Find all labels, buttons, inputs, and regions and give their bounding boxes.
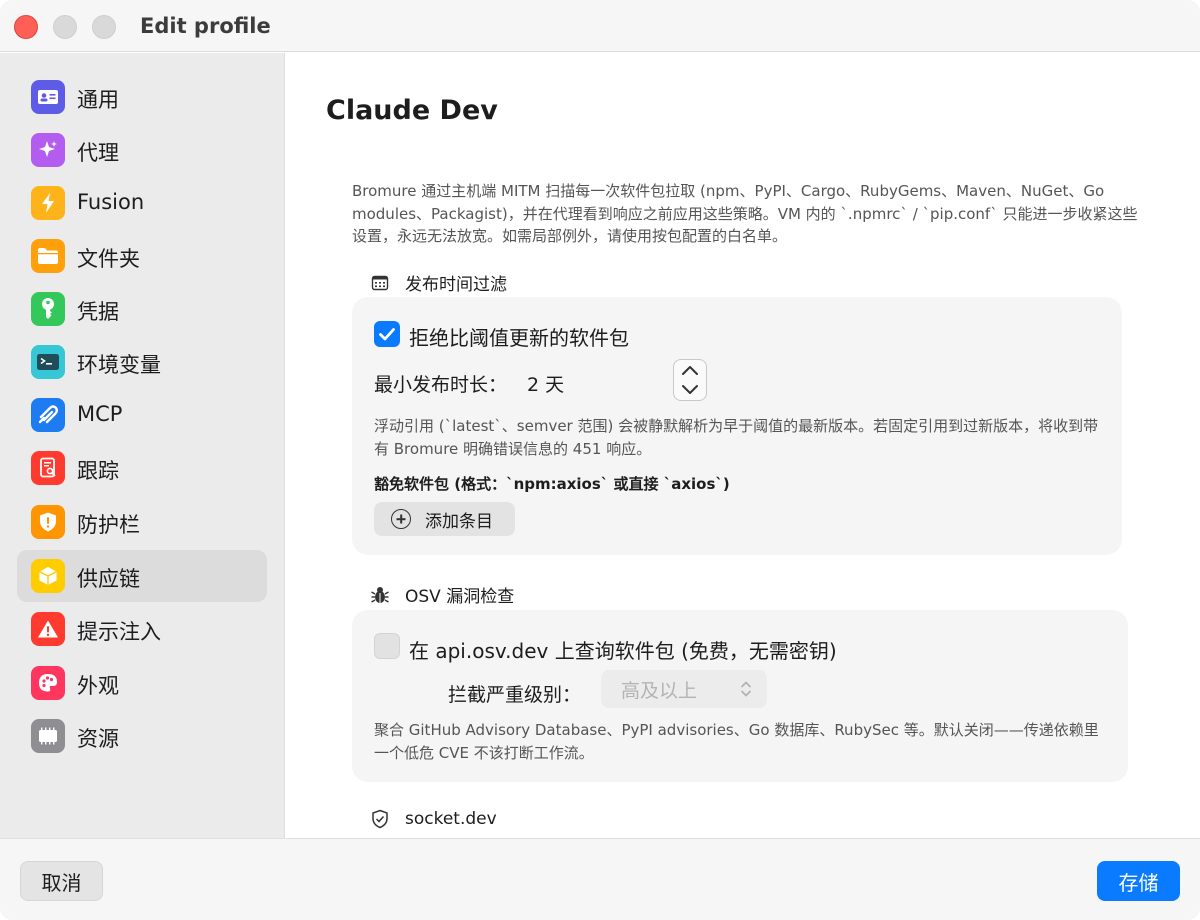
calendar-icon xyxy=(370,273,390,293)
sidebar-item-supply-chain[interactable]: 供应链 xyxy=(17,550,267,602)
id-card-icon xyxy=(31,80,65,114)
release-filter-title: 发布时间过滤 xyxy=(405,275,507,295)
chevron-up-down-icon xyxy=(739,679,753,704)
severity-select[interactable]: 高及以上 xyxy=(601,670,767,708)
reject-newer-label: 拒绝比阈值更新的软件包 xyxy=(409,326,629,350)
shield-check-icon xyxy=(370,809,390,829)
chip-icon xyxy=(31,719,65,753)
severity-label: 拦截严重级别： xyxy=(448,684,582,706)
osv-query-label: 在 api.osv.dev 上查询软件包 (免费，无需密钥) xyxy=(409,639,837,663)
add-entry-button[interactable]: 添加条目 xyxy=(374,502,515,536)
sidebar-item-label: 资源 xyxy=(77,727,119,751)
title-bar: Edit profile xyxy=(0,0,1200,52)
zoom-window-button[interactable] xyxy=(92,15,116,39)
sidebar-item-label: 提示注入 xyxy=(77,620,161,644)
release-filter-card: 拒绝比阈值更新的软件包 最小发布时长： 2 天 浮动引用 (`latest`、s… xyxy=(352,297,1122,555)
main-content[interactable]: Claude Dev Bromure 通过主机端 MITM 扫描每一次软件包拉取… xyxy=(286,53,1200,838)
bug-icon xyxy=(370,585,390,605)
osv-note: 聚合 GitHub Advisory Database、PyPI advisor… xyxy=(374,721,1099,762)
min-age-label: 最小发布时长： xyxy=(374,374,508,396)
sidebar-item-fusion[interactable]: Fusion xyxy=(17,177,267,229)
package-icon xyxy=(31,559,65,593)
minimize-window-button[interactable] xyxy=(53,15,77,39)
intro-text: Bromure 通过主机端 MITM 扫描每一次软件包拉取 (npm、PyPI、… xyxy=(352,182,1138,245)
sidebar-item-label: 环境变量 xyxy=(77,353,161,377)
sidebar-item-mcp[interactable]: MCP xyxy=(17,389,267,441)
osv-query-checkbox[interactable] xyxy=(374,633,400,659)
osv-card: 在 api.osv.dev 上查询软件包 (免费，无需密钥) 拦截严重级别： 高… xyxy=(352,610,1128,782)
osv-header: OSV 漏洞检查 xyxy=(370,582,514,607)
bolt-icon xyxy=(31,186,65,220)
sidebar-item-env-vars[interactable]: 环境变量 xyxy=(17,336,267,388)
sidebar: 通用 代理 Fusion 文件夹 凭据 环境变量 MCP 跟踪 防护栏 供应链 … xyxy=(0,53,285,838)
footer-bar: 取消 存储 xyxy=(0,838,1200,920)
sidebar-item-tracing[interactable]: 跟踪 xyxy=(17,442,267,494)
shield-alert-icon xyxy=(31,505,65,539)
sidebar-item-label: 跟踪 xyxy=(77,459,119,483)
sidebar-item-appearance[interactable]: 外观 xyxy=(17,657,267,709)
document-search-icon xyxy=(31,451,65,485)
folder-icon xyxy=(31,239,65,273)
sidebar-item-label: 凭据 xyxy=(77,300,119,324)
sidebar-item-resources[interactable]: 资源 xyxy=(17,710,267,762)
add-entry-label: 添加条目 xyxy=(425,511,493,532)
sidebar-item-prompt-injection[interactable]: 提示注入 xyxy=(17,603,267,655)
osv-title: OSV 漏洞检查 xyxy=(405,587,515,607)
severity-value: 高及以上 xyxy=(621,679,698,702)
terminal-icon xyxy=(31,345,65,379)
sidebar-item-label: 防护栏 xyxy=(77,513,140,537)
close-window-button[interactable] xyxy=(14,15,38,39)
min-age-stepper[interactable] xyxy=(673,359,707,401)
sidebar-item-folders[interactable]: 文件夹 xyxy=(17,230,267,282)
socket-dev-header: socket.dev xyxy=(370,809,497,829)
release-filter-note: 浮动引用 (`latest`、semver 范围) 会被静默解析为早于阈值的最新… xyxy=(374,417,1099,458)
sidebar-item-label: 供应链 xyxy=(77,567,140,591)
sparkles-icon xyxy=(31,133,65,167)
window-title: Edit profile xyxy=(140,14,271,38)
sidebar-item-label: 通用 xyxy=(77,88,119,112)
socket-dev-title: socket.dev xyxy=(405,809,497,829)
cancel-button[interactable]: 取消 xyxy=(20,861,103,901)
sidebar-item-label: 文件夹 xyxy=(77,247,140,271)
sidebar-item-label: Fusion xyxy=(77,190,145,214)
warning-icon xyxy=(31,612,65,646)
release-filter-header: 发布时间过滤 xyxy=(370,270,507,295)
sidebar-item-credentials[interactable]: 凭据 xyxy=(17,283,267,335)
plus-circle-icon xyxy=(391,509,411,529)
plug-icon xyxy=(31,398,65,432)
reject-newer-checkbox[interactable] xyxy=(374,321,400,347)
sidebar-item-guardrails[interactable]: 防护栏 xyxy=(17,496,267,548)
exempt-packages-label: 豁免软件包 (格式：`npm:axios` 或直接 `axios`) xyxy=(374,475,730,493)
sidebar-item-label: MCP xyxy=(77,402,123,426)
sidebar-item-general[interactable]: 通用 xyxy=(17,71,267,123)
min-age-value: 2 天 xyxy=(527,374,565,396)
sidebar-item-label: 外观 xyxy=(77,674,119,698)
save-button[interactable]: 存储 xyxy=(1097,861,1180,901)
edit-profile-window: Edit profile 通用 代理 Fusion 文件夹 凭据 环境变量 MC… xyxy=(0,0,1200,920)
sidebar-item-agent[interactable]: 代理 xyxy=(17,124,267,176)
key-icon xyxy=(31,292,65,326)
page-title: Claude Dev xyxy=(326,95,498,126)
palette-icon xyxy=(31,666,65,700)
sidebar-item-label: 代理 xyxy=(77,141,119,165)
